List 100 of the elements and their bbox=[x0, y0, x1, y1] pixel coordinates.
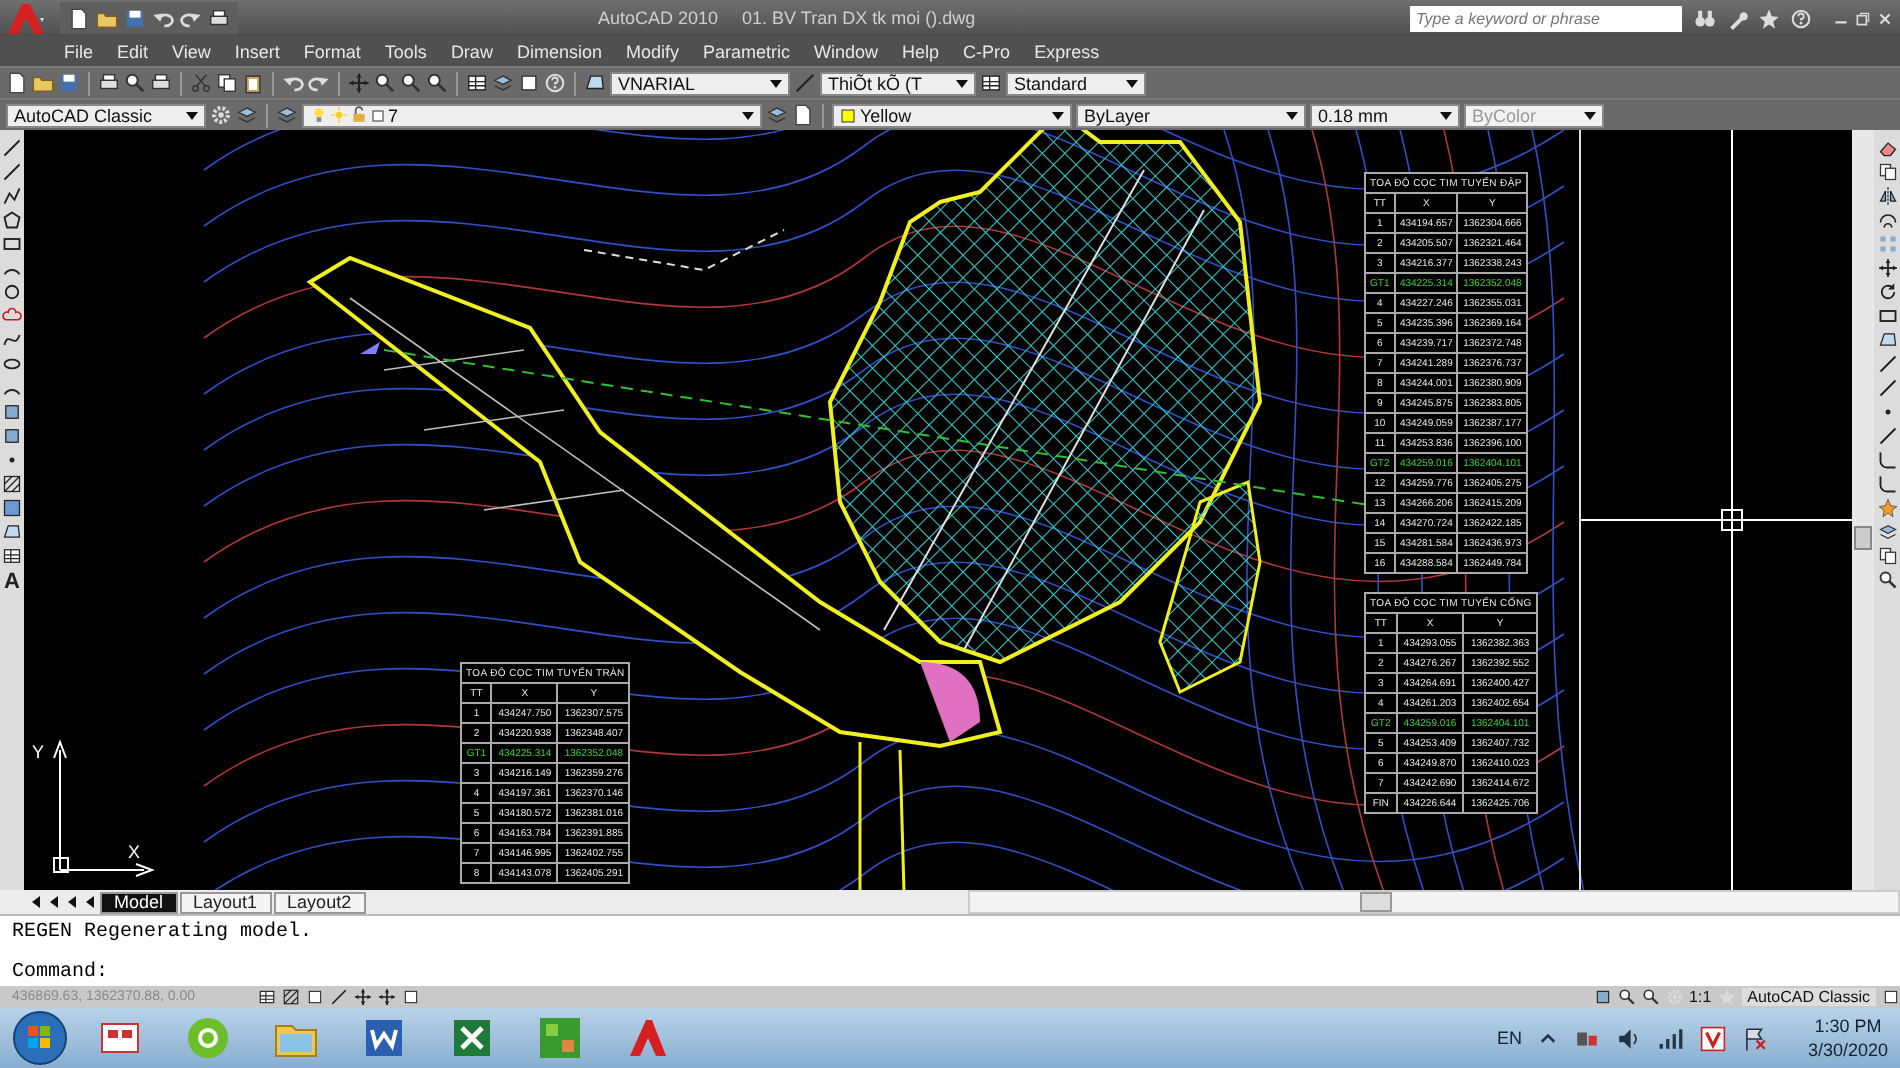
spline-tool-icon[interactable] bbox=[2, 330, 22, 350]
menu-item[interactable]: C-Pro bbox=[951, 41, 1023, 61]
menu-item[interactable]: Modify bbox=[613, 41, 691, 61]
eraser-icon[interactable] bbox=[1877, 138, 1897, 158]
copy-icon[interactable] bbox=[216, 72, 238, 94]
signal-bars-icon[interactable] bbox=[1657, 1025, 1684, 1051]
help-icon[interactable] bbox=[1790, 7, 1812, 29]
layout-tab[interactable]: Layout2 bbox=[273, 891, 366, 913]
workspace-button[interactable]: AutoCAD Classic bbox=[1741, 988, 1876, 1006]
menu-item[interactable]: Parametric bbox=[691, 41, 803, 61]
spreadsheet-app-icon[interactable] bbox=[448, 1014, 496, 1062]
lineweight-dropdown[interactable]: 0.18 mm bbox=[1310, 103, 1460, 127]
region-tool-icon[interactable] bbox=[2, 522, 22, 542]
star-burst-icon[interactable] bbox=[1877, 498, 1897, 518]
help-icon[interactable] bbox=[544, 72, 566, 94]
table-style-icon[interactable] bbox=[980, 72, 1002, 94]
text-style-dropdown[interactable]: VNARIAL bbox=[610, 71, 790, 95]
line-icon[interactable] bbox=[1877, 426, 1897, 446]
magnifier-icon[interactable] bbox=[1877, 570, 1897, 590]
command-prompt[interactable]: Command: bbox=[12, 962, 1888, 984]
search-field[interactable]: Type a keyword or phrase bbox=[1410, 5, 1682, 31]
menu-item[interactable]: File bbox=[52, 41, 106, 61]
line-icon[interactable] bbox=[1877, 378, 1897, 398]
copy-icon[interactable] bbox=[1877, 546, 1897, 566]
drafting-toggle-icon[interactable] bbox=[354, 988, 372, 1006]
layer-state-icon[interactable] bbox=[766, 104, 788, 126]
color-square-icon[interactable] bbox=[370, 107, 386, 123]
menu-item[interactable]: Express bbox=[1022, 41, 1112, 61]
line-icon[interactable] bbox=[1877, 354, 1897, 374]
clock-time[interactable]: 1:30 PM bbox=[1814, 1014, 1882, 1038]
ellipse-tool-icon[interactable] bbox=[2, 354, 22, 374]
copy-icon[interactable] bbox=[1877, 162, 1897, 182]
language-indicator[interactable]: EN bbox=[1496, 1028, 1522, 1048]
color-dropdown[interactable]: Yellow bbox=[832, 103, 1072, 127]
menu-item[interactable]: Dimension bbox=[504, 41, 614, 61]
move-icon[interactable] bbox=[1877, 258, 1897, 278]
printer-icon[interactable] bbox=[98, 72, 120, 94]
horizontal-scrollbar[interactable] bbox=[967, 890, 1900, 914]
drafting-toggle-icon[interactable] bbox=[282, 988, 300, 1006]
printer-icon[interactable] bbox=[208, 7, 230, 29]
linetype-dropdown[interactable]: ByLayer bbox=[1076, 103, 1306, 127]
status-tool-icon[interactable] bbox=[1617, 988, 1636, 1006]
close-icon[interactable] bbox=[1876, 9, 1894, 27]
menu-item[interactable]: Insert bbox=[222, 41, 292, 61]
gradient-tool-icon[interactable] bbox=[2, 498, 22, 518]
printer-icon[interactable] bbox=[150, 72, 172, 94]
start-button[interactable] bbox=[12, 1010, 68, 1066]
status-tool-icon[interactable] bbox=[1593, 988, 1612, 1006]
table-tool-icon[interactable] bbox=[2, 546, 22, 566]
drafting-toggle-icon[interactable] bbox=[258, 988, 276, 1006]
new-file-icon[interactable] bbox=[6, 72, 28, 94]
drafting-toggle-icon[interactable] bbox=[402, 988, 420, 1006]
chevron-up-icon[interactable] bbox=[1537, 1028, 1558, 1048]
hatch-tool-icon[interactable] bbox=[2, 474, 22, 494]
vertical-scrollbar[interactable] bbox=[1852, 130, 1874, 890]
text-tool[interactable]: A bbox=[4, 570, 20, 594]
menu-item[interactable]: Draw bbox=[438, 41, 505, 61]
scroll-thumb[interactable] bbox=[1359, 892, 1392, 912]
dimension-style-icon[interactable] bbox=[794, 72, 816, 94]
rotate-icon[interactable] bbox=[1877, 282, 1897, 302]
mirror-icon[interactable] bbox=[1877, 186, 1897, 206]
document-app-icon[interactable] bbox=[360, 1014, 408, 1062]
scroll-thumb[interactable] bbox=[1854, 526, 1872, 550]
zoom-icon[interactable] bbox=[374, 72, 396, 94]
layer-dropdown[interactable]: 7 bbox=[302, 103, 762, 127]
menu-item[interactable]: Tools bbox=[372, 41, 439, 61]
polyline-tool-icon[interactable] bbox=[2, 186, 22, 206]
speaker-icon[interactable] bbox=[1615, 1025, 1642, 1051]
folder-icon[interactable] bbox=[32, 72, 54, 94]
zoom-icon[interactable] bbox=[400, 72, 422, 94]
clipboard-icon[interactable] bbox=[242, 72, 264, 94]
gear-icon[interactable] bbox=[210, 104, 232, 126]
layout-tab[interactable]: Model bbox=[100, 891, 178, 913]
bulb-icon[interactable] bbox=[310, 106, 328, 124]
rectangle-tool-icon[interactable] bbox=[2, 234, 22, 254]
clock-date[interactable]: 3/30/2020 bbox=[1807, 1038, 1888, 1062]
menu-item[interactable]: Window bbox=[802, 41, 891, 61]
status-tray-icon[interactable] bbox=[1882, 988, 1900, 1006]
magnifier-icon[interactable] bbox=[124, 72, 146, 94]
layer-properties-icon[interactable] bbox=[276, 104, 298, 126]
menu-item[interactable]: Help bbox=[890, 41, 952, 61]
new-file-icon[interactable] bbox=[68, 7, 90, 29]
layers-icon[interactable] bbox=[236, 104, 258, 126]
rectangle-icon[interactable] bbox=[1877, 306, 1897, 326]
star-icon[interactable] bbox=[1758, 7, 1780, 29]
wrench-icon[interactable] bbox=[1726, 7, 1748, 29]
dimension-style-dropdown[interactable]: ThiÕt kÕ (T bbox=[820, 71, 976, 95]
layout-tab[interactable]: Layout1 bbox=[179, 891, 272, 913]
restore-icon[interactable] bbox=[1854, 9, 1872, 27]
zoom-icon[interactable] bbox=[426, 72, 448, 94]
menu-item[interactable]: View bbox=[160, 41, 223, 61]
layers-icon[interactable] bbox=[492, 72, 514, 94]
region-icon[interactable] bbox=[1877, 330, 1897, 350]
cad-app-icon[interactable] bbox=[624, 1014, 672, 1062]
save-icon[interactable] bbox=[124, 7, 146, 29]
drafting-toggle-icon[interactable] bbox=[378, 988, 396, 1006]
save-icon[interactable] bbox=[58, 72, 80, 94]
lock-icon[interactable] bbox=[350, 106, 368, 124]
redo-icon[interactable] bbox=[308, 72, 330, 94]
antivirus-icon[interactable] bbox=[1699, 1025, 1726, 1051]
